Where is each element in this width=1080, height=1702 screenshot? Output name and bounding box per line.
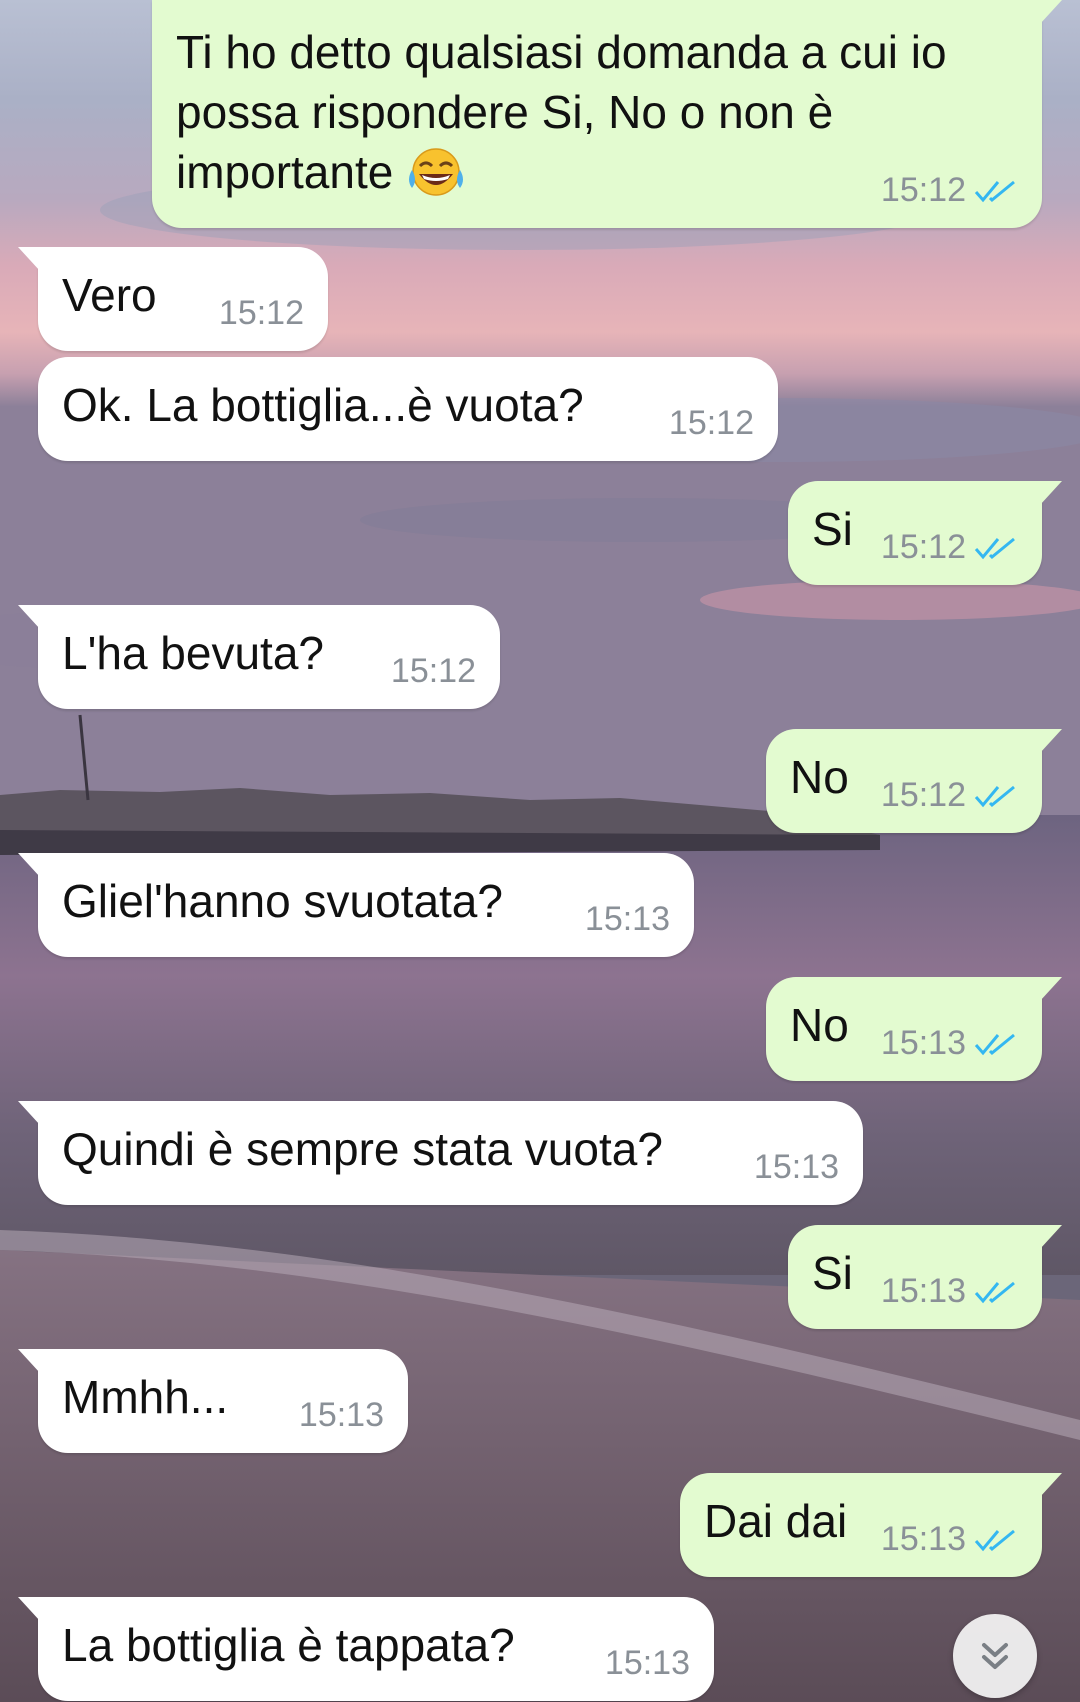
message-meta: 15:13 (881, 1024, 1018, 1063)
message-time: 15:13 (604, 1644, 690, 1682)
message-bubble-outgoing[interactable]: No 15:13 (766, 977, 1062, 1081)
message-meta: 15:13 (881, 1520, 1018, 1559)
message-time: 15:13 (298, 1396, 384, 1434)
message-time: 15:12 (880, 171, 966, 209)
message-meta: 15:12 (881, 171, 1018, 210)
message-bubble-incoming[interactable]: Vero 15:12 (18, 247, 328, 351)
message-time: 15:13 (880, 1272, 966, 1310)
message-bubble-incoming[interactable]: Ok. La bottiglia...è vuota? 15:12 (38, 357, 778, 461)
double-check-read-icon (974, 785, 1015, 807)
message-meta: 15:13 (881, 1272, 1018, 1311)
double-check-read-icon (974, 1033, 1015, 1055)
message-text: Ok. La bottiglia...è vuota? (62, 379, 584, 431)
message-time: 15:13 (880, 1520, 966, 1558)
message-text: Gliel'hanno svuotata? (62, 875, 503, 927)
message-bubble-outgoing[interactable]: Dai dai 15:13 (680, 1473, 1062, 1577)
message-list[interactable]: Ti ho detto qualsiasi domanda a cui io p… (0, 0, 1080, 1702)
message-bubble-outgoing[interactable]: No 15:12 (766, 729, 1062, 833)
message-bubble-incoming[interactable]: Gliel'hanno svuotata? 15:13 (18, 853, 694, 957)
double-check-read-icon (974, 180, 1015, 202)
scroll-to-bottom-button[interactable] (953, 1614, 1037, 1698)
message-time: 15:12 (668, 404, 754, 442)
message-bubble-outgoing[interactable]: Si 15:13 (788, 1225, 1062, 1329)
message-bubble-incoming[interactable]: Quindi è sempre stata vuota? 15:13 (18, 1101, 863, 1205)
message-text: Quindi è sempre stata vuota? (62, 1123, 663, 1175)
message-bubble-incoming[interactable]: Mmhh... 15:13 (18, 1349, 408, 1453)
message-time: 15:12 (880, 528, 966, 566)
message-time: 15:13 (880, 1024, 966, 1062)
message-time: 15:13 (584, 900, 670, 938)
message-bubble-incoming[interactable]: L'ha bevuta? 15:12 (18, 605, 500, 709)
message-bubble-incoming[interactable]: La bottiglia è tappata? 15:13 (18, 1597, 714, 1701)
double-check-read-icon (974, 537, 1015, 559)
message-time: 15:12 (390, 652, 476, 690)
message-meta: 15:12 (219, 294, 304, 333)
message-bubble-outgoing[interactable]: Si 15:12 (788, 481, 1062, 585)
message-bubble-outgoing[interactable]: Ti ho detto qualsiasi domanda a cui io p… (152, 0, 1062, 228)
double-check-read-icon (974, 1281, 1015, 1303)
message-meta: 15:13 (754, 1148, 839, 1187)
message-meta: 15:13 (605, 1644, 690, 1683)
message-text: La bottiglia è tappata? (62, 1619, 515, 1671)
message-meta: 15:12 (669, 404, 754, 443)
message-time: 15:12 (218, 294, 304, 332)
message-meta: 15:12 (881, 528, 1018, 567)
message-time: 15:13 (753, 1148, 839, 1186)
double-chevron-down-icon (982, 1643, 1008, 1669)
message-meta: 15:12 (881, 776, 1018, 815)
message-meta: 15:13 (299, 1396, 384, 1435)
message-meta: 15:13 (585, 900, 670, 939)
message-text: Ti ho detto qualsiasi domanda a cui io p… (176, 26, 947, 198)
message-time: 15:12 (880, 776, 966, 814)
laughing-emoji-icon (409, 148, 464, 196)
message-meta: 15:12 (391, 652, 476, 691)
double-check-read-icon (974, 1529, 1015, 1551)
